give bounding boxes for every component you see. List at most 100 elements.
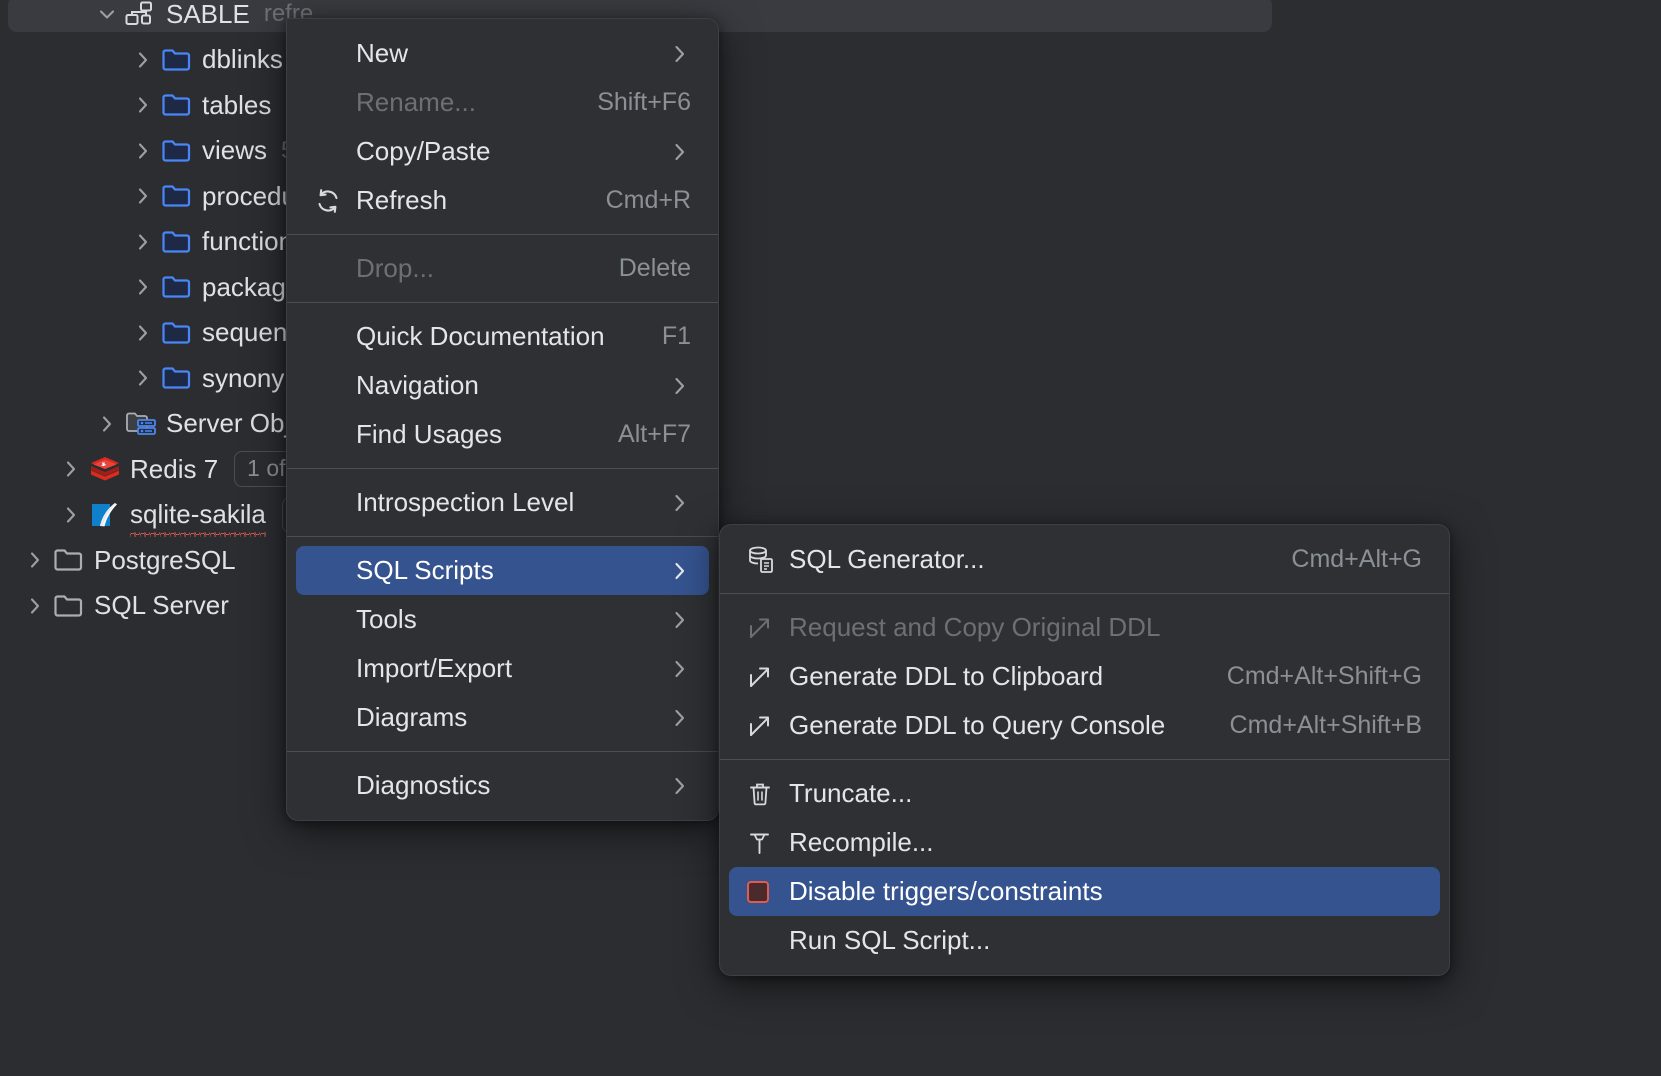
tree-item-redis[interactable]: Redis 71 of 16 [0,451,331,487]
hammer-icon [747,830,789,856]
chevron-down-icon[interactable] [92,3,122,25]
menu-separator [287,468,718,469]
chevron-right-icon [669,707,691,729]
tree-item-packages[interactable]: package [0,269,300,305]
menu-item-label: Refresh [356,185,562,216]
tree-item-sql-server[interactable]: SQL Server [0,588,229,624]
tree-item-label: views [202,135,267,166]
tree-item-sequences[interactable]: sequenc [0,315,300,351]
menu-item-request-copy-original-ddl: Request and Copy Original DDL [729,603,1440,652]
tree-item-server-objects[interactable]: Server Obje [0,406,305,442]
trash-icon [747,781,789,807]
menu-item-diagnostics[interactable]: Diagnostics [296,761,709,810]
menu-separator [287,234,718,235]
refresh-icon [314,188,356,214]
tree-item-sqlite-sakila[interactable]: sqlite-sakila1 [0,497,321,533]
menu-item-label: Diagnostics [356,770,639,801]
menu-item-quick-documentation[interactable]: Quick Documentation F1 [296,312,709,361]
chevron-right-icon[interactable] [92,413,122,435]
tree-item-label: SQL Server [94,590,229,621]
server-objects-icon [122,411,160,437]
tree-item-tables[interactable]: tables3 [0,87,299,123]
schema-icon [122,1,160,27]
chevron-right-icon[interactable] [128,94,158,116]
tree-item-label: PostgreSQL [94,545,236,576]
menu-item-refresh[interactable]: RefreshCmd+R [296,176,709,225]
menu-separator [287,302,718,303]
chevron-right-icon[interactable] [128,276,158,298]
menu-item-label: Drop... [356,253,575,284]
folder-blue-icon [158,93,196,117]
menu-item-copy-paste[interactable]: Copy/Paste [296,127,709,176]
menu-item-sql-scripts[interactable]: SQL Scripts [296,546,709,595]
tree-item-label: SABLE [166,0,250,30]
menu-item-generate-ddl-query-console[interactable]: Generate DDL to Query ConsoleCmd+Alt+Shi… [729,701,1440,750]
menu-item-sql-generator[interactable]: SQL Generator... Cmd+Alt+G [729,535,1440,584]
menu-item-import-export[interactable]: Import/Export [296,644,709,693]
tree-item-label: tables [202,90,271,121]
chevron-right-icon[interactable] [20,595,50,617]
menu-separator [720,759,1449,760]
tree-item-synonyms[interactable]: synonyn [0,360,299,396]
menu-item-label: Run SQL Script... [789,925,1422,956]
chevron-right-icon[interactable] [128,140,158,162]
tree-item-postgresql[interactable]: PostgreSQL [0,542,236,578]
chevron-right-icon[interactable] [128,231,158,253]
menu-item-shortcut: F1 [662,322,691,351]
tree-item-functions[interactable]: function [0,224,293,260]
menu-item-new[interactable]: New [296,29,709,78]
tree-item-label: Redis 7 [130,454,218,485]
chevron-right-icon [669,658,691,680]
chevron-right-icon[interactable] [56,504,86,526]
menu-item-label: Copy/Paste [356,136,639,167]
redis-icon [86,455,124,483]
menu-separator [287,751,718,752]
menu-item-shortcut: Alt+F7 [618,420,691,449]
menu-item-shortcut: Cmd+Alt+Shift+B [1230,711,1422,740]
folder-gray-icon [50,594,88,618]
menu-item-disable-triggers-constraints[interactable]: Disable triggers/constraints [729,867,1440,916]
menu-item-find-usages[interactable]: Find UsagesAlt+F7 [296,410,709,459]
folder-blue-icon [158,366,196,390]
chevron-right-icon[interactable] [128,322,158,344]
menu-item-diagrams[interactable]: Diagrams [296,693,709,742]
tree-item-views[interactable]: views5 [0,133,294,169]
tree-item-label: dblinks [202,44,283,75]
menu-item-truncate[interactable]: Truncate... [729,769,1440,818]
menu-item-label: Tools [356,604,639,635]
tree-item-procedures[interactable]: procedu [0,178,296,214]
menu-item-recompile[interactable]: Recompile... [729,818,1440,867]
chevron-right-icon [669,141,691,163]
menu-item-shortcut: Delete [619,254,691,283]
menu-item-label: Introspection Level [356,487,639,518]
tree-item-dblinks[interactable]: dblinks [0,42,283,78]
menu-item-label: SQL Generator... [789,544,1247,575]
chevron-right-icon [669,609,691,631]
menu-item-navigation[interactable]: Navigation [296,361,709,410]
chevron-right-icon [669,492,691,514]
menu-item-label: Rename... [356,87,553,118]
menu-item-drop: Drop... Delete [296,244,709,293]
menu-item-tools[interactable]: Tools [296,595,709,644]
menu-item-shortcut: Cmd+Alt+Shift+G [1227,662,1422,691]
menu-item-shortcut: Cmd+Alt+G [1291,545,1422,574]
database-context-menu: New Rename... Shift+F6 Copy/Paste RefreshCmd… [286,18,719,821]
folder-blue-icon [158,321,196,345]
menu-item-run-sql-script[interactable]: Run SQL Script... [729,916,1440,965]
chevron-right-icon[interactable] [20,549,50,571]
tree-item-label: procedu [202,181,296,212]
chevron-right-icon[interactable] [128,185,158,207]
sql-generator-icon [747,546,789,574]
tree-item-label: synonyn [202,363,299,394]
chevron-right-icon[interactable] [56,458,86,480]
menu-item-label: Diagrams [356,702,639,733]
menu-item-generate-ddl-clipboard[interactable]: Generate DDL to ClipboardCmd+Alt+Shift+G [729,652,1440,701]
chevron-right-icon[interactable] [128,367,158,389]
menu-item-introspection-level[interactable]: Introspection Level [296,478,709,527]
menu-item-label: Quick Documentation [356,321,618,352]
menu-item-label: Recompile... [789,827,1422,858]
chevron-right-icon[interactable] [128,49,158,71]
red-square-icon [747,881,789,903]
menu-item-shortcut: Shift+F6 [597,88,691,117]
menu-item-label: Disable triggers/constraints [789,876,1422,907]
